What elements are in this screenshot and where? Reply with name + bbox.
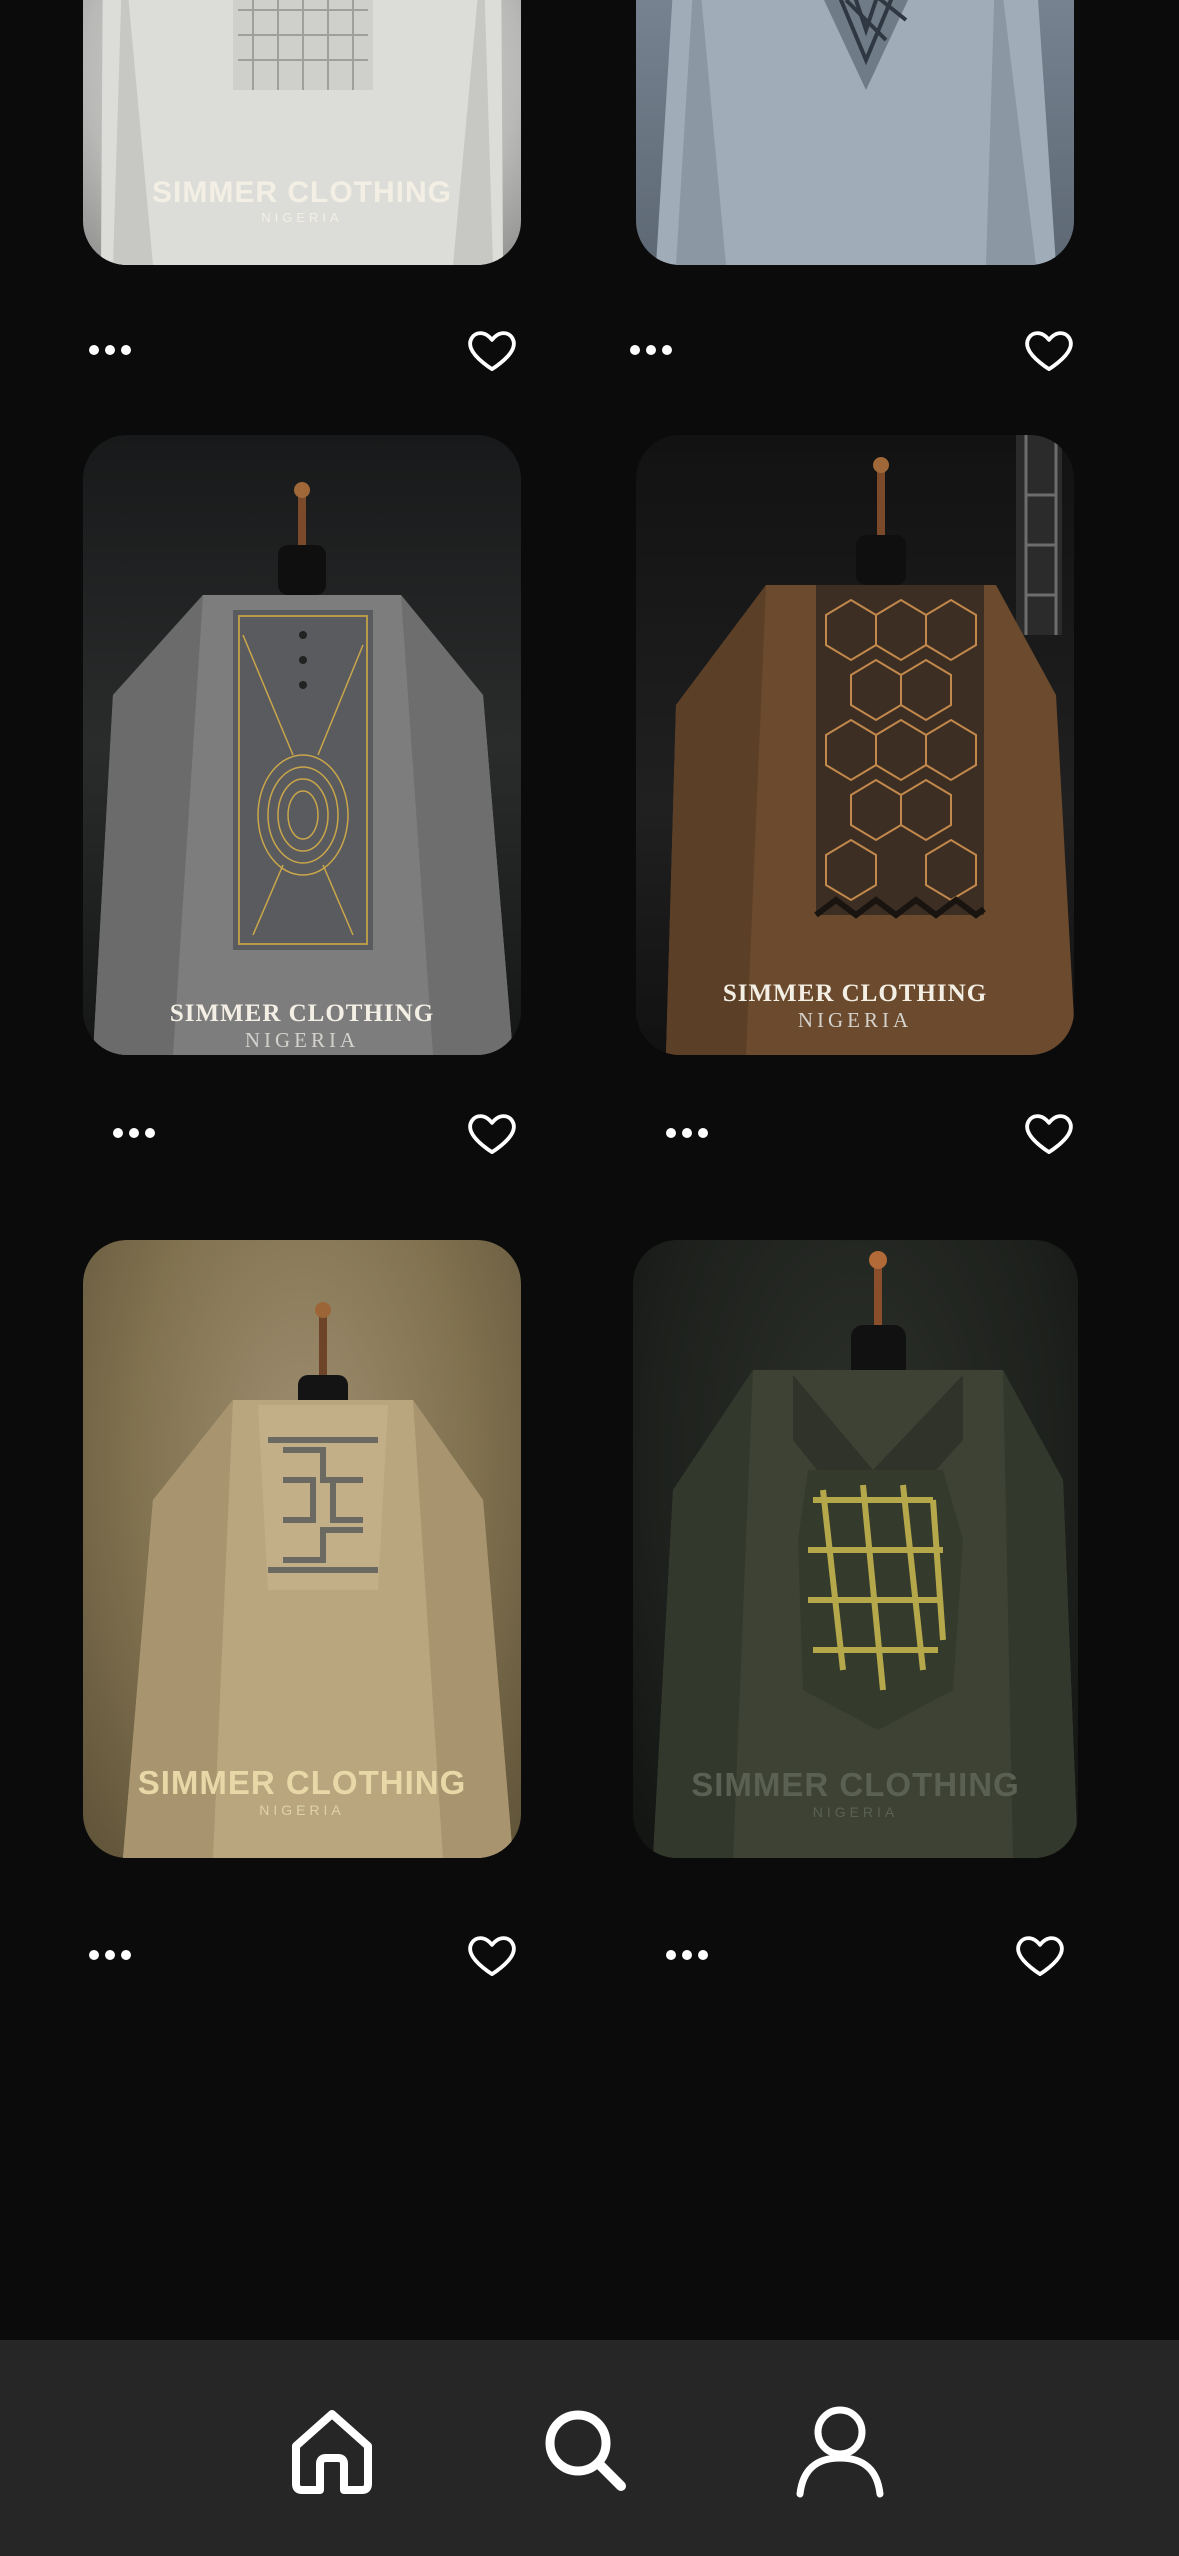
product-card[interactable]: SIMMER CLOTHING NIGERIA	[83, 435, 521, 1055]
like-button[interactable]	[1020, 1106, 1078, 1160]
more-icon	[666, 1128, 676, 1138]
more-options-button[interactable]	[113, 1116, 183, 1150]
like-button[interactable]	[463, 1106, 521, 1160]
card-actions	[83, 1920, 523, 1990]
tab-search[interactable]	[535, 2400, 635, 2500]
tab-home[interactable]	[282, 2400, 382, 2500]
like-button[interactable]	[1011, 1928, 1069, 1982]
heart-icon	[1025, 1114, 1073, 1155]
card-actions	[83, 315, 523, 385]
card-actions	[83, 1098, 523, 1168]
garment-image	[656, 0, 1056, 265]
brand-watermark: SIMMER CLOTHING NIGERIA	[722, 980, 988, 1032]
like-button[interactable]	[463, 1928, 521, 1982]
more-options-button[interactable]	[630, 333, 700, 367]
more-icon	[113, 1128, 123, 1138]
garment-image	[101, 0, 503, 265]
brand-watermark: SIMMER CLOTHING NIGERIA	[169, 1000, 435, 1052]
tab-profile[interactable]	[790, 2400, 890, 2500]
brand-watermark: SIMMER CLOTHING NIGERIA	[691, 1766, 1020, 1820]
card-actions	[636, 1098, 1076, 1168]
like-button[interactable]	[463, 323, 521, 377]
card-actions	[630, 315, 1073, 385]
home-icon	[292, 2410, 372, 2494]
heart-icon	[468, 331, 516, 372]
search-icon	[545, 2410, 626, 2491]
heart-icon	[468, 1114, 516, 1155]
product-card[interactable]: SIMMER CLOTHING NIGERIA	[633, 1240, 1078, 1858]
brand-watermark: SIMMER CLOTHING NIGERIA	[152, 176, 452, 225]
heart-icon	[1025, 331, 1073, 372]
more-icon	[630, 345, 640, 355]
more-icon	[89, 1950, 99, 1960]
more-options-button[interactable]	[666, 1116, 736, 1150]
brand-watermark: SIMMER CLOTHING NIGERIA	[137, 1764, 467, 1818]
user-icon	[796, 2406, 884, 2498]
heart-icon	[1016, 1936, 1064, 1977]
product-card[interactable]: SIMMER CLOTHING NIGERIA	[83, 1240, 521, 1858]
more-icon	[666, 1950, 676, 1960]
product-card[interactable]: SIMMER CLOTHING NIGERIA	[83, 0, 521, 265]
more-options-button[interactable]	[89, 1938, 159, 1972]
product-card[interactable]: SIMMER CLOTHING NIGERIA	[636, 435, 1074, 1055]
like-button[interactable]	[1020, 323, 1078, 377]
product-feed: SIMMER CLOTHING NIGERIA SIMMER CLOTHING …	[0, 0, 1179, 2340]
more-options-button[interactable]	[89, 333, 159, 367]
garment-image	[666, 435, 1074, 1055]
bottom-tab-bar	[0, 2340, 1179, 2556]
more-icon	[89, 345, 99, 355]
more-options-button[interactable]	[666, 1938, 736, 1972]
product-card[interactable]	[636, 0, 1074, 265]
garment-image	[93, 482, 513, 1055]
card-actions	[636, 1920, 1076, 1990]
heart-icon	[468, 1936, 516, 1977]
